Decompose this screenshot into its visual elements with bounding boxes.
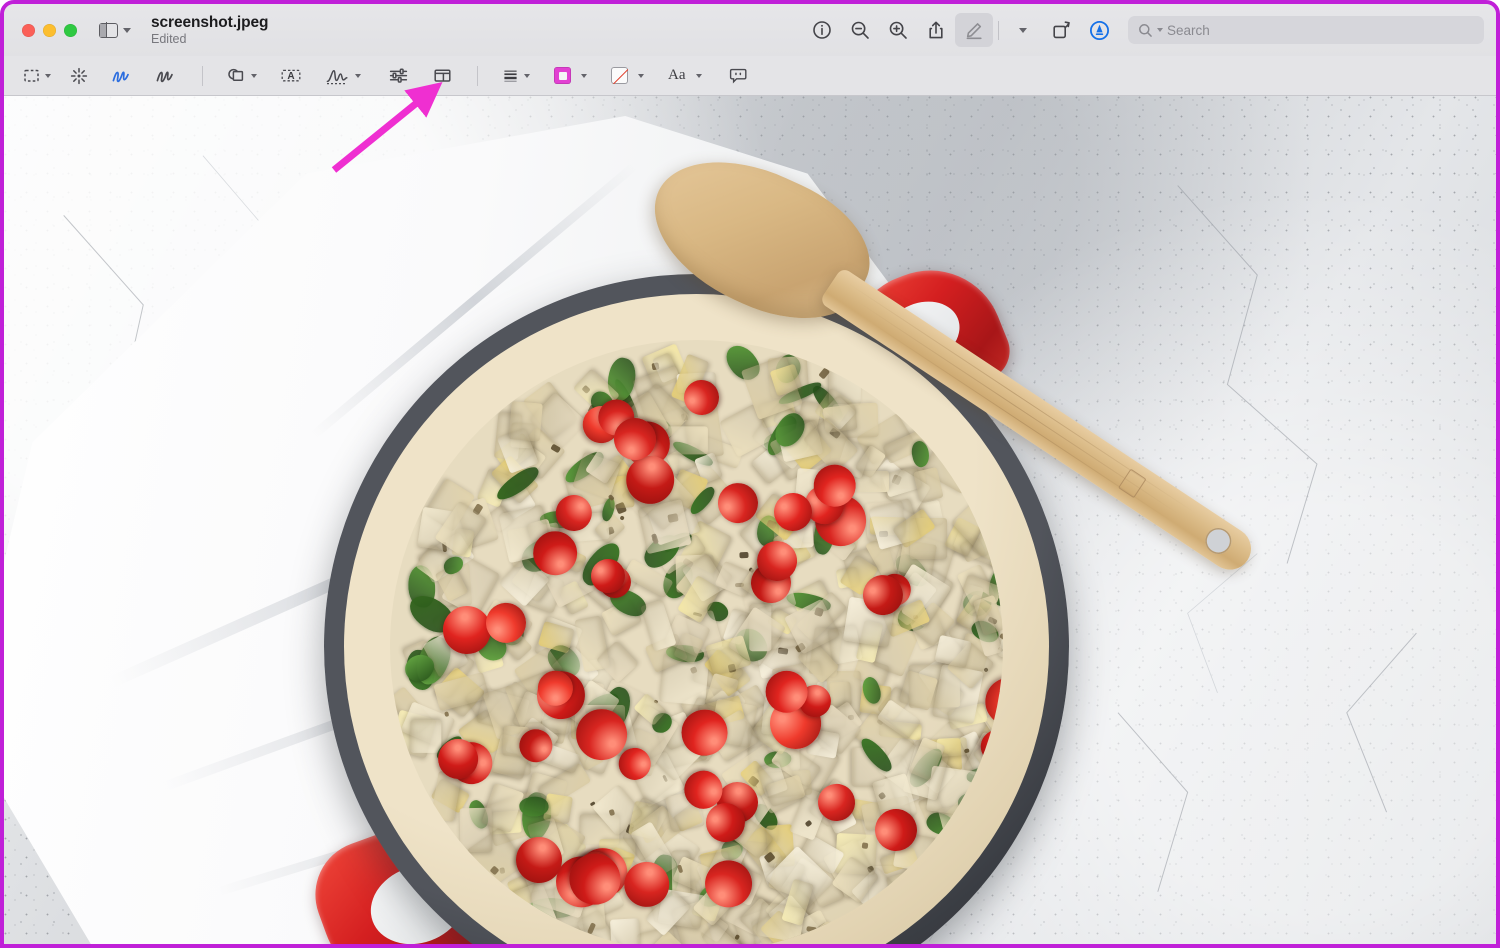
preview-window: screenshot.jpeg Edited Search A Aa [0, 0, 1500, 948]
border-color-swatch [554, 67, 571, 84]
markup-options-button[interactable] [1004, 13, 1042, 47]
seasoning-fleck [740, 551, 749, 559]
share-button[interactable] [917, 13, 955, 47]
zoom-out-icon [851, 21, 869, 39]
seasoning-fleck [619, 515, 625, 521]
zoom-in-icon [889, 21, 907, 39]
info-button[interactable] [803, 13, 841, 47]
shapes-icon [228, 68, 244, 81]
document-status: Edited [151, 32, 187, 47]
annotate-circle-icon [1089, 20, 1109, 40]
draw-icon [156, 70, 173, 82]
search-placeholder: Search [1167, 22, 1210, 38]
instant-alpha-icon [70, 67, 88, 84]
search-input[interactable]: Search [1128, 16, 1484, 44]
chevron-down-icon[interactable] [524, 73, 530, 78]
markup-button[interactable] [955, 13, 993, 47]
chevron-down-icon[interactable] [695, 73, 702, 78]
vegetable-cube [947, 824, 973, 869]
search-icon [1139, 23, 1152, 37]
signature-icon [326, 69, 348, 84]
titlebar-actions: Search [803, 13, 1484, 47]
page-title: screenshot.jpeg [151, 13, 269, 31]
add-note-button[interactable] [724, 62, 754, 90]
signature-tool-button[interactable] [321, 62, 365, 90]
text-style-button[interactable]: Aa [664, 62, 706, 90]
seasoning-fleck [861, 841, 868, 849]
sidebar-icon [99, 21, 118, 39]
chevron-down-icon [1019, 27, 1027, 33]
text-tool-button[interactable]: A [275, 62, 307, 90]
share-icon [929, 21, 943, 39]
rotate-button[interactable] [1042, 13, 1080, 47]
search-scope-chevron-down-icon[interactable] [1157, 28, 1163, 32]
fill-color-button[interactable] [607, 62, 648, 90]
seasoning-fleck [443, 710, 450, 717]
border-style-button[interactable] [497, 62, 534, 90]
selection-tool-button[interactable] [18, 62, 55, 90]
vegetable-cube [509, 400, 544, 442]
zoom-in-button[interactable] [879, 13, 917, 47]
draw-tool-button[interactable] [150, 62, 180, 90]
toolbar-separator [202, 65, 203, 86]
chevron-down-icon[interactable] [123, 27, 131, 33]
zoom-out-button[interactable] [841, 13, 879, 47]
toolbar-separator [477, 65, 478, 86]
annotate-button[interactable] [1080, 13, 1118, 47]
document-title-block: screenshot.jpeg Edited [151, 14, 268, 46]
toolbar-separator [998, 20, 999, 40]
chevron-down-icon[interactable] [355, 73, 361, 78]
titlebar: screenshot.jpeg Edited Search [4, 4, 1496, 56]
rect-selection-icon [24, 69, 39, 82]
minimize-button[interactable] [43, 23, 56, 37]
shapes-tool-button[interactable] [222, 62, 261, 90]
basil-leaf [654, 943, 673, 944]
text-box-icon: A [281, 69, 301, 82]
adjust-size-button[interactable] [427, 62, 457, 90]
chevron-down-icon[interactable] [251, 73, 257, 78]
adjust-color-button[interactable] [383, 62, 413, 90]
rotate-left-icon [1052, 20, 1070, 38]
chevron-down-icon[interactable] [45, 73, 51, 78]
markup-pen-icon [966, 22, 982, 39]
fill-color-swatch [611, 67, 628, 84]
vegetable-cube [609, 918, 641, 944]
crop-frame-icon [433, 69, 451, 82]
speech-bubble-icon [729, 68, 747, 84]
sidebar-toggle-button[interactable] [99, 21, 131, 39]
chevron-down-icon[interactable] [581, 73, 587, 78]
adjust-sliders-icon [389, 68, 407, 83]
vegetable-cube [410, 720, 442, 754]
border-style-icon [504, 70, 517, 82]
traffic-lights [22, 23, 77, 37]
instant-alpha-button[interactable] [64, 62, 94, 90]
maximize-button[interactable] [64, 23, 77, 37]
sketch-tool-button[interactable] [106, 62, 136, 90]
markup-toolbar: A Aa [4, 56, 1496, 96]
svg-text:A: A [287, 71, 294, 82]
text-style-label: Aa [668, 67, 686, 83]
info-circle-icon [813, 21, 831, 39]
close-button[interactable] [22, 23, 35, 37]
border-color-button[interactable] [550, 62, 591, 90]
sketch-icon [112, 70, 129, 82]
chevron-down-icon[interactable] [638, 73, 644, 78]
image-canvas[interactable] [4, 96, 1496, 944]
